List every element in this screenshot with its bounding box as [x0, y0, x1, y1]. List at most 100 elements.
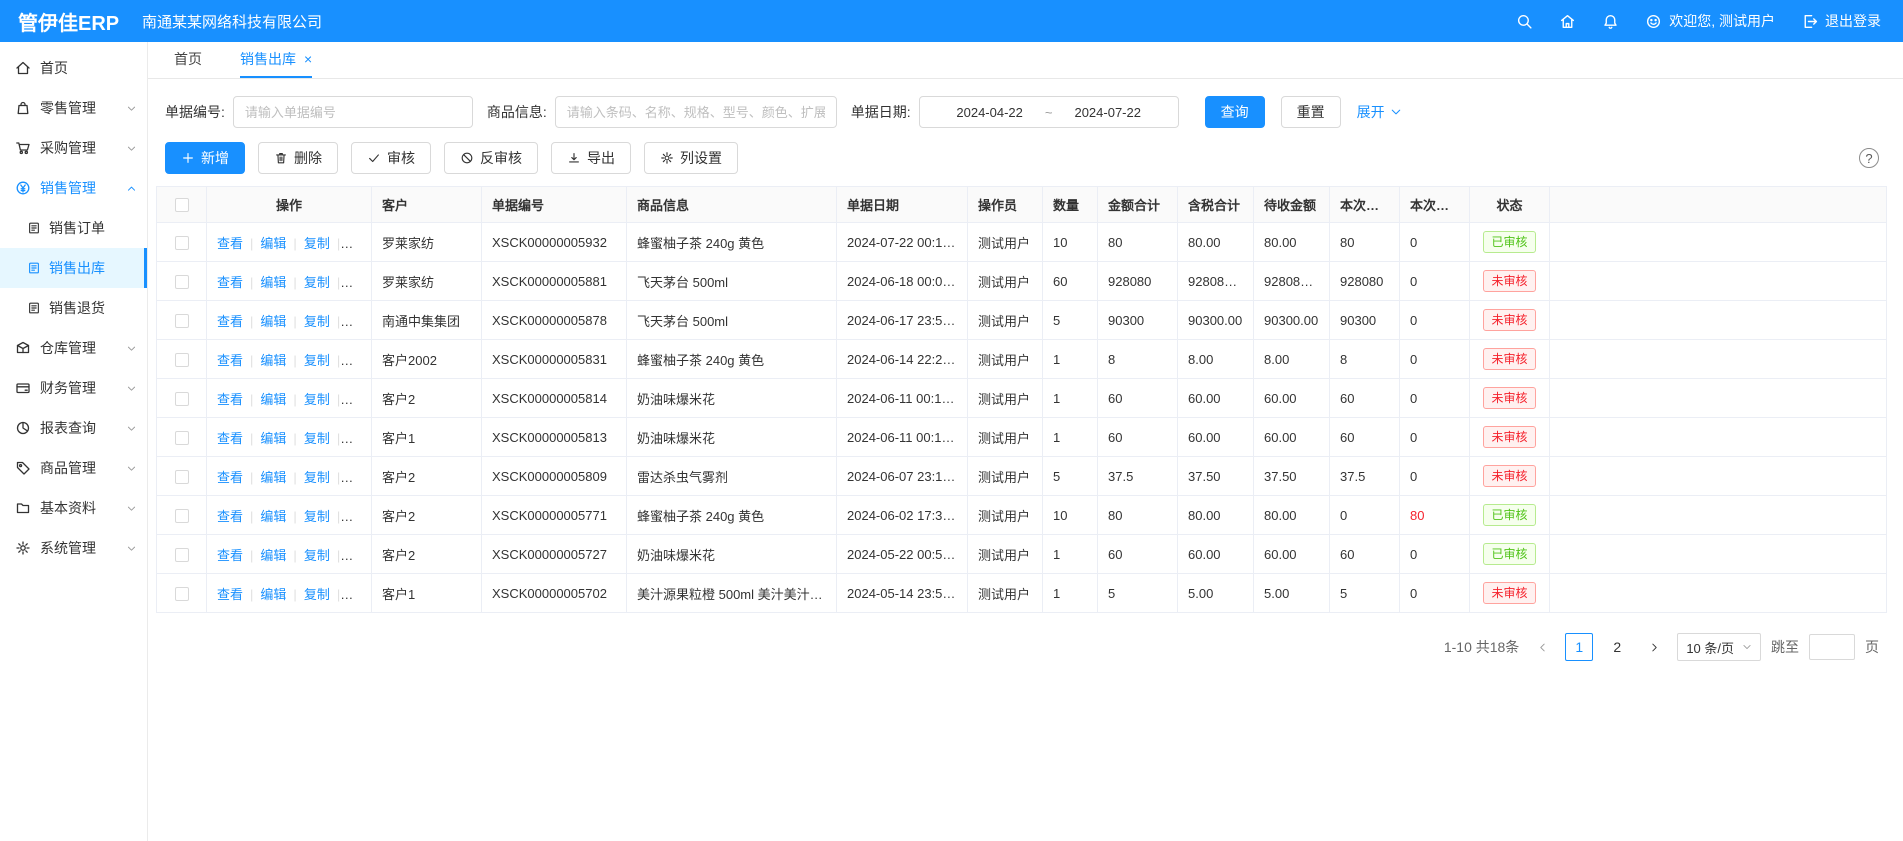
sidebar-item-basic-data[interactable]: 基本资料	[0, 488, 147, 528]
product-info-input[interactable]	[555, 96, 837, 128]
sidebar-item-purchase[interactable]: 采购管理	[0, 128, 147, 168]
cell-amount: 60	[1098, 418, 1178, 457]
row-action-view[interactable]: 查看	[217, 275, 243, 290]
next-page-button[interactable]	[1641, 634, 1667, 660]
row-checkbox[interactable]	[175, 509, 189, 523]
jump-page-input[interactable]	[1809, 634, 1855, 660]
row-action-view[interactable]: 查看	[217, 236, 243, 251]
sidebar-item-home[interactable]: 首页	[0, 48, 147, 88]
row-action-copy[interactable]: 复制	[304, 587, 330, 602]
audit-button[interactable]: 审核	[351, 142, 431, 174]
chevron-down-icon	[126, 423, 137, 434]
row-checkbox[interactable]	[175, 587, 189, 601]
page-1-button[interactable]: 1	[1565, 633, 1593, 661]
page-2-button[interactable]: 2	[1603, 633, 1631, 661]
sidebar-item-products[interactable]: 商品管理	[0, 448, 147, 488]
tab-sales-outbound[interactable]: 销售出库 ×	[240, 42, 312, 78]
row-checkbox[interactable]	[175, 431, 189, 445]
row-action-copy[interactable]: 复制	[304, 431, 330, 446]
row-action-copy[interactable]: 复制	[304, 509, 330, 524]
cell-doc_no: XSCK00000005771	[482, 496, 627, 535]
sidebar-item-sales[interactable]: 销售管理	[0, 168, 147, 208]
home-icon	[15, 60, 31, 76]
action-separator: |	[293, 431, 296, 446]
row-checkbox[interactable]	[175, 236, 189, 250]
row-action-edit[interactable]: 编辑	[260, 275, 286, 290]
row-checkbox[interactable]	[175, 353, 189, 367]
reset-button[interactable]: 重置	[1281, 96, 1341, 128]
search-icon[interactable]	[1516, 13, 1533, 30]
logout-button[interactable]: 退出登录	[1801, 11, 1881, 31]
unaudit-button[interactable]: 反审核	[444, 142, 538, 174]
row-action-copy[interactable]: 复制	[304, 236, 330, 251]
tab-home[interactable]: 首页	[174, 42, 202, 78]
delete-button[interactable]: 删除	[258, 142, 338, 174]
row-action-edit[interactable]: 编辑	[260, 431, 286, 446]
row-action-copy[interactable]: 复制	[304, 470, 330, 485]
cell-customer: 罗莱家纺	[372, 223, 482, 262]
row-action-copy[interactable]: 复制	[304, 314, 330, 329]
user-menu[interactable]: 欢迎您, 测试用户	[1645, 11, 1775, 31]
close-tab-icon[interactable]: ×	[304, 52, 312, 66]
page-size-select[interactable]: 10 条/页	[1677, 633, 1761, 661]
cell-received: 80	[1330, 223, 1400, 262]
row-action-view[interactable]: 查看	[217, 587, 243, 602]
row-action-copy[interactable]: 复制	[304, 548, 330, 563]
sidebar-item-sales-order[interactable]: 销售订单	[0, 208, 147, 248]
row-action-view[interactable]: 查看	[217, 548, 243, 563]
row-action-copy[interactable]: 复制	[304, 392, 330, 407]
row-action-edit[interactable]: 编辑	[260, 509, 286, 524]
row-action-view[interactable]: 查看	[217, 509, 243, 524]
row-action-view[interactable]: 查看	[217, 431, 243, 446]
sidebar-item-warehouse[interactable]: 仓库管理	[0, 328, 147, 368]
row-action-copy[interactable]: 复制	[304, 275, 330, 290]
trash-icon	[274, 151, 288, 165]
sidebar-item-sales-return[interactable]: 销售退货	[0, 288, 147, 328]
chevron-down-icon	[126, 103, 137, 114]
sidebar-item-retail[interactable]: 零售管理	[0, 88, 147, 128]
column-settings-button[interactable]: 列设置	[644, 142, 738, 174]
row-action-edit[interactable]: 编辑	[260, 236, 286, 251]
row-action-edit[interactable]: 编辑	[260, 314, 286, 329]
col-header-operator: 操作员	[968, 187, 1043, 223]
sidebar-item-label: 商品管理	[40, 458, 96, 478]
row-action-view[interactable]: 查看	[217, 314, 243, 329]
table-row: 查看|编辑|复制|删除罗莱家纺XSCK00000005932蜂蜜柚子茶 240g…	[157, 223, 1887, 262]
prev-page-button[interactable]	[1529, 634, 1555, 660]
row-action-view[interactable]: 查看	[217, 392, 243, 407]
sidebar-item-label: 零售管理	[40, 98, 96, 118]
row-action-copy[interactable]: 复制	[304, 353, 330, 368]
cell-qty: 1	[1043, 418, 1098, 457]
row-action-edit[interactable]: 编辑	[260, 392, 286, 407]
row-action-view[interactable]: 查看	[217, 353, 243, 368]
cell-product: 蜂蜜柚子茶 240g 黄色	[627, 496, 837, 535]
row-checkbox[interactable]	[175, 548, 189, 562]
row-checkbox[interactable]	[175, 275, 189, 289]
row-action-edit[interactable]: 编辑	[260, 353, 286, 368]
search-button[interactable]: 查询	[1205, 96, 1265, 128]
cell-tax_total: 37.50	[1178, 457, 1254, 496]
row-action-edit[interactable]: 编辑	[260, 587, 286, 602]
row-checkbox[interactable]	[175, 314, 189, 328]
select-all-checkbox[interactable]	[175, 198, 189, 212]
expand-link[interactable]: 展开	[1357, 102, 1402, 122]
row-action-edit[interactable]: 编辑	[260, 470, 286, 485]
sidebar-item-finance[interactable]: 财务管理	[0, 368, 147, 408]
date-range-picker[interactable]: 2024-04-22 ~ 2024-07-22	[919, 96, 1179, 128]
sidebar-item-sales-outbound[interactable]: 销售出库	[0, 248, 147, 288]
main-content: 首页 销售出库 × 单据编号: 商品信息: 单据日期: 2024-04-22 ~…	[148, 42, 1903, 841]
help-icon[interactable]: ?	[1859, 148, 1879, 168]
sidebar-item-system[interactable]: 系统管理	[0, 528, 147, 568]
row-checkbox[interactable]	[175, 392, 189, 406]
doc-no-input[interactable]	[233, 96, 473, 128]
add-button[interactable]: 新增	[165, 142, 245, 174]
row-checkbox[interactable]	[175, 470, 189, 484]
home-icon[interactable]	[1559, 13, 1576, 30]
export-button[interactable]: 导出	[551, 142, 631, 174]
row-action-view[interactable]: 查看	[217, 470, 243, 485]
status-badge: 未审核	[1483, 582, 1535, 605]
bell-icon[interactable]	[1602, 13, 1619, 30]
sidebar-item-reports[interactable]: 报表查询	[0, 408, 147, 448]
sidebar-item-label: 销售订单	[49, 218, 105, 238]
row-action-edit[interactable]: 编辑	[260, 548, 286, 563]
